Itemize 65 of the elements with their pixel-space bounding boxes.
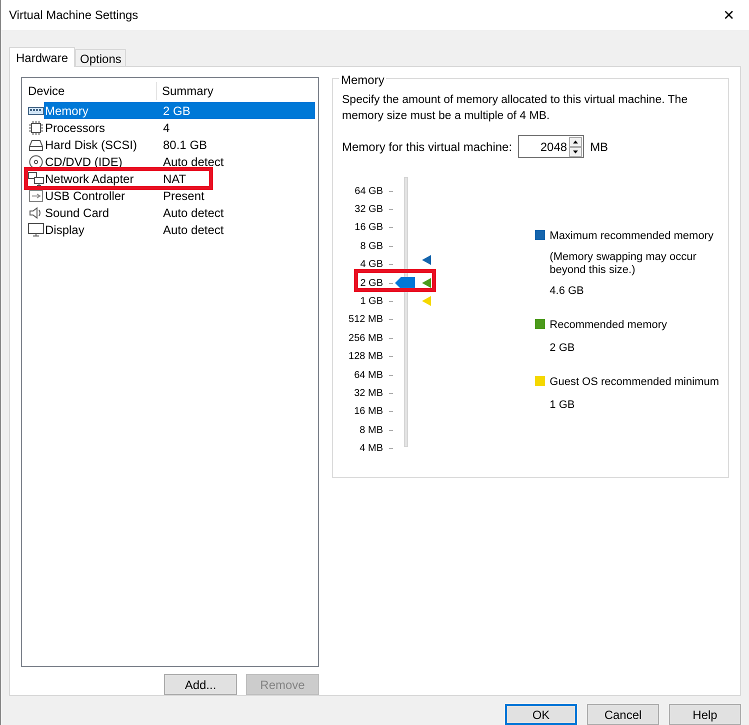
network-icon [28, 172, 44, 186]
tick-mark [389, 190, 393, 192]
legend-value: 4.6 GB [550, 284, 585, 298]
tick-mark [389, 282, 393, 284]
scale-label: 1 GB [359, 295, 383, 310]
device-row[interactable]: Sound Card Auto detect [44, 204, 315, 221]
scale-label: 16 GB [354, 221, 383, 236]
unit-label: MB [590, 138, 608, 156]
column-header[interactable]: Summary [157, 82, 214, 100]
legend-title: Maximum recommended memory [550, 229, 714, 244]
tick-mark [389, 319, 393, 320]
scale-label: 2 GB [359, 276, 383, 291]
legend-value: 1 GB [550, 398, 576, 412]
close-button[interactable]: ✕ [709, 0, 749, 30]
scale-label: 4 GB [359, 258, 383, 272]
slider-thumb[interactable] [395, 276, 415, 289]
list-button[interactable]: Add... [164, 674, 237, 695]
tick-mark [389, 430, 393, 431]
legend-note: (Memory swapping may occur beyond this size.) [550, 250, 698, 276]
dialog-button[interactable]: Cancel [587, 704, 659, 725]
tick-mark [389, 246, 393, 247]
tick-mark [389, 338, 393, 339]
device-row[interactable]: Display Auto detect [44, 221, 315, 238]
processor-icon [28, 120, 44, 134]
disc-icon [28, 154, 44, 168]
device-row[interactable]: CD/DVD (IDE) Auto detect [44, 153, 315, 170]
scale-label: 32 GB [354, 203, 383, 218]
device-row[interactable]: Processors 4 [44, 119, 315, 136]
scale-label: 8 MB [358, 424, 383, 438]
legend-title: Recommended memory [550, 318, 668, 333]
device-row[interactable]: Network Adapter NAT [44, 170, 315, 187]
scale-label: 64 MB [353, 368, 383, 383]
device-row[interactable]: Memory 2 GB [44, 102, 315, 119]
monitor-icon [28, 222, 44, 236]
tick-mark [389, 411, 393, 412]
dialog-button[interactable]: OK [505, 704, 577, 725]
scale-label: 256 MB [348, 332, 383, 346]
legend-value: 2 GB [550, 340, 576, 356]
memory-description: Specify the amount of memory allocated to this virtual machine. The memory size must be a multiple of 4 MB. [342, 93, 689, 124]
tick-mark [389, 392, 393, 394]
scale-label: 16 MB [353, 405, 383, 420]
dialog-button[interactable]: Help [669, 704, 741, 725]
scale-label: 8 GB [359, 240, 383, 254]
tick-mark [389, 301, 393, 302]
scale-label: 4 MB [358, 442, 383, 456]
memory-spinbox[interactable]: 2048 [518, 135, 584, 158]
scale-label: 512 MB [348, 313, 383, 328]
tab[interactable]: Hardware [9, 47, 76, 67]
tick-mark [389, 356, 393, 358]
scale-label: 128 MB [348, 350, 383, 364]
tick-mark [389, 374, 393, 376]
device-row[interactable]: Hard Disk (SCSI) 80.1 GB [44, 136, 315, 153]
tick-mark [389, 209, 393, 210]
usb-icon [28, 188, 44, 202]
window-title: Virtual Machine Settings [9, 7, 138, 24]
tick-mark [389, 227, 393, 228]
scale-label: 32 MB [353, 386, 383, 401]
tab[interactable]: Options [75, 49, 126, 66]
column-header[interactable]: Device [28, 82, 157, 100]
field-label: Memory for this virtual machine: [342, 138, 512, 156]
scale-label: 64 GB [354, 184, 383, 199]
tick-mark [389, 264, 393, 266]
device-row[interactable]: USB Controller Present [44, 187, 315, 204]
tick-mark [389, 448, 393, 450]
legend-title: Guest OS recommended minimum [550, 375, 719, 390]
